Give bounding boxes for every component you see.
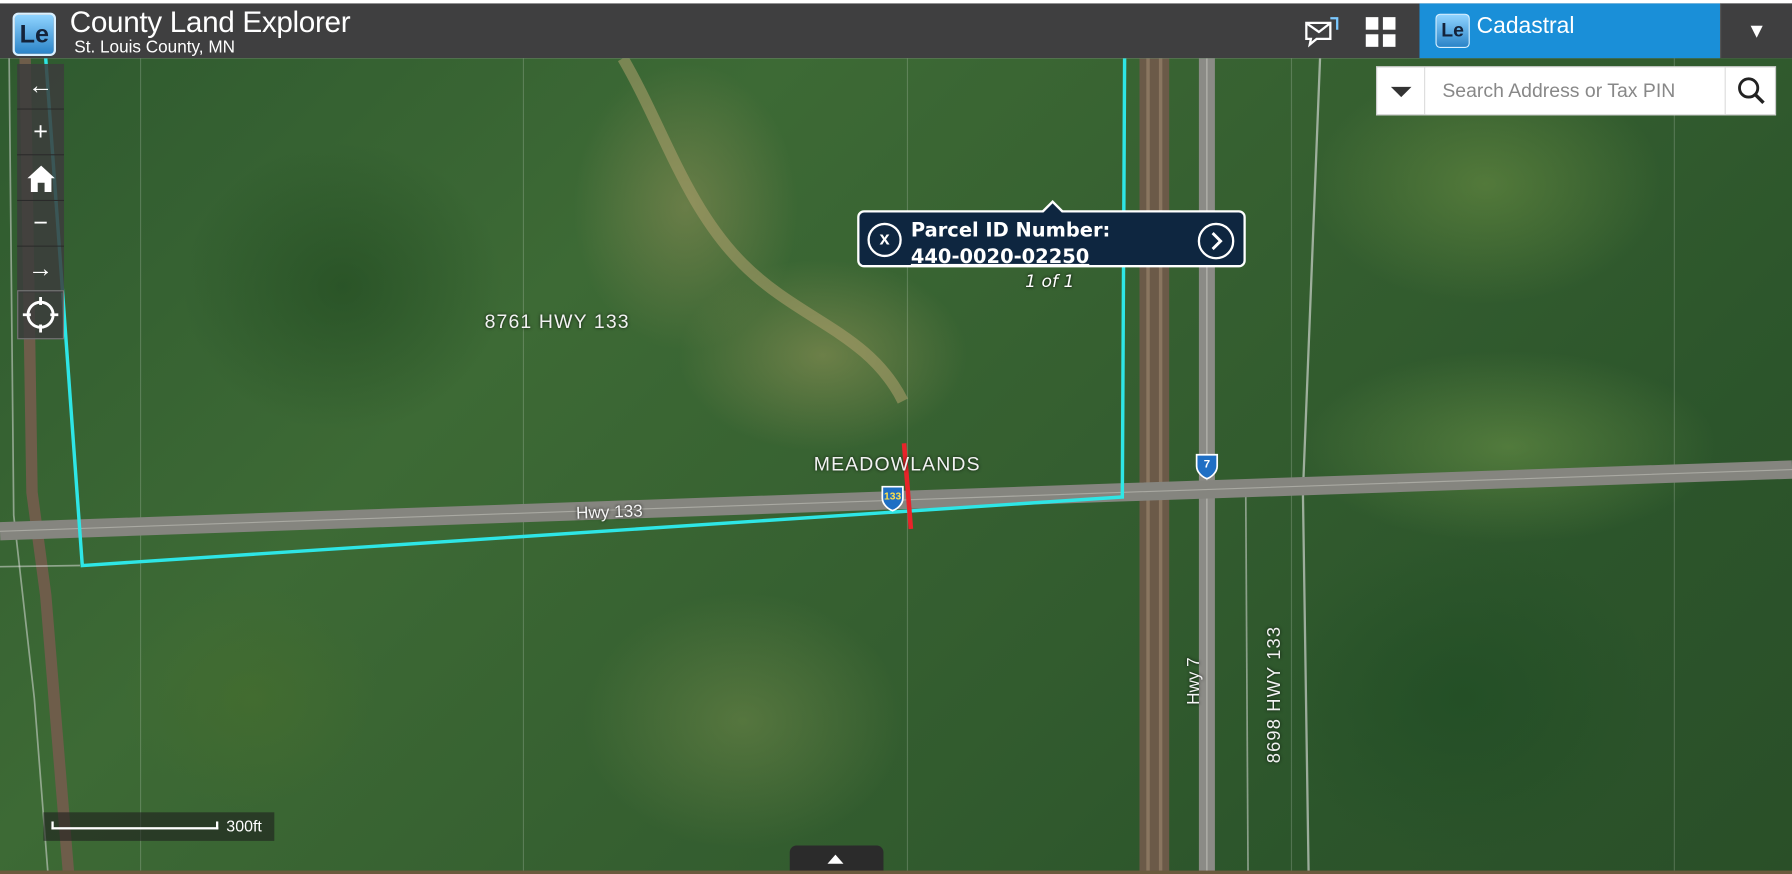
zoom-in-button[interactable]: +	[17, 109, 65, 156]
zoom-out-button[interactable]: −	[17, 201, 65, 247]
scale-bar: 300ft	[43, 812, 275, 841]
map-view[interactable]: 133 7 8761 HWY 133 MEADOWLANDS Hwy 133 H…	[0, 58, 1792, 874]
popup-pointer-inner	[1042, 203, 1063, 214]
scale-label: 300ft	[226, 816, 262, 836]
address-label: 8698 HWY 133	[1265, 625, 1285, 764]
parcel-popup: x Parcel ID Number: 440-0020-02250	[857, 199, 1246, 269]
scale-line	[51, 821, 219, 830]
hwy-7-shield-icon: 7	[1194, 452, 1219, 480]
next-extent-button[interactable]: →	[17, 246, 65, 293]
hwy-133-shield-number: 133	[884, 490, 902, 502]
app-root: Le County Land Explorer St. Louis County…	[0, 0, 1792, 874]
stage: Le County Land Explorer St. Louis County…	[0, 0, 1792, 874]
theme-menu-chevron-down-icon[interactable]: ▼	[1720, 3, 1792, 59]
search-source-dropdown[interactable]	[1377, 67, 1426, 115]
popup-close-icon[interactable]: x	[867, 222, 902, 258]
theme-selector-button[interactable]: Le Cadastral	[1419, 3, 1721, 59]
parcel-id-link[interactable]: 440-0020-02250	[911, 246, 1089, 269]
minor-road	[1301, 58, 1322, 874]
previous-extent-button[interactable]: ←	[17, 63, 65, 110]
search-button[interactable]	[1727, 67, 1776, 114]
home-button[interactable]	[17, 155, 65, 202]
app-header: Le County Land Explorer St. Louis County…	[0, 3, 1792, 59]
search-input[interactable]	[1426, 67, 1726, 115]
hwy-133-shield-icon: 133	[880, 484, 905, 512]
minor-road	[1244, 492, 1249, 874]
app-subtitle: St. Louis County, MN	[74, 37, 236, 58]
road-label-hwy-7: Hwy 7	[1184, 657, 1204, 705]
search-bar	[1376, 66, 1777, 116]
search-icon	[1738, 77, 1765, 105]
map-bottom-edge	[0, 870, 1792, 874]
apps-grid-icon[interactable]	[1362, 14, 1399, 51]
popup-title: Parcel ID Number:	[910, 219, 1111, 243]
app-title: County Land Explorer	[69, 4, 351, 39]
chevron-up-icon	[827, 854, 844, 864]
theme-logo: Le	[1435, 13, 1470, 48]
app-logo: Le	[12, 12, 57, 56]
popup-result-count: 1 of 1	[1025, 270, 1075, 292]
railway-track	[1158, 58, 1163, 874]
feedback-mail-icon[interactable]	[1303, 14, 1340, 51]
railway-center	[1139, 58, 1170, 874]
home-icon	[26, 165, 55, 192]
locate-icon	[22, 297, 59, 333]
theme-label: Cadastral	[1476, 13, 1575, 39]
map-navigation-toolbar: ← + − →	[17, 63, 65, 293]
caret-down-icon	[1390, 86, 1412, 98]
hwy-7-shield-number: 7	[1203, 458, 1211, 471]
place-label: MEADOWLANDS	[813, 453, 981, 476]
address-label: 8761 HWY 133	[484, 310, 630, 333]
popup-next-chevron-right-icon[interactable]	[1197, 222, 1235, 260]
railway-track	[1146, 58, 1150, 874]
locate-button[interactable]	[17, 290, 65, 340]
road-label-hwy-133: Hwy 133	[575, 501, 644, 524]
minor-road	[0, 564, 81, 568]
